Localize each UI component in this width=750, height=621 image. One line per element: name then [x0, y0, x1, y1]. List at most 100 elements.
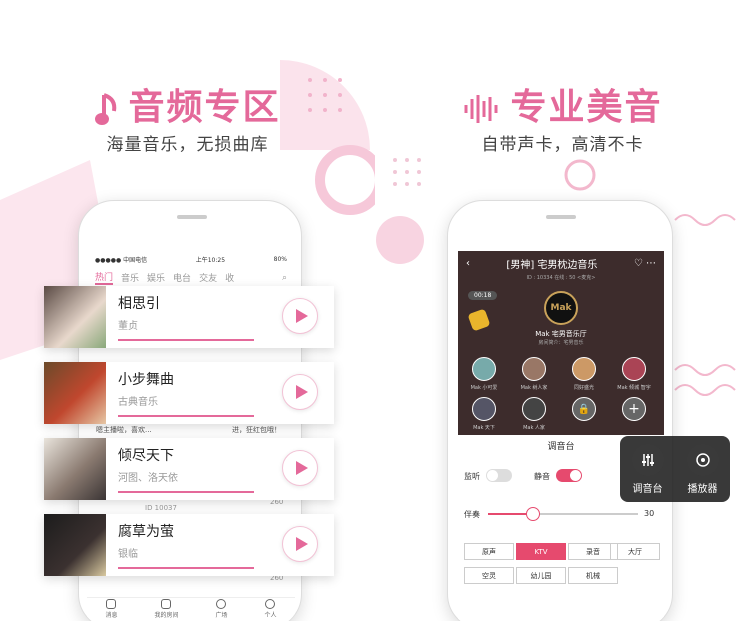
tab-entertainment[interactable]: 娱乐	[147, 271, 165, 284]
status-bar: ●●●●● 中国电信 上午10:25 80%	[87, 251, 295, 267]
tab-social[interactable]: 交友	[199, 271, 217, 284]
toggle-knob	[487, 470, 498, 481]
song-card[interactable]: 小步舞曲 古典音乐	[44, 362, 334, 424]
nav-messages[interactable]: 消息	[105, 599, 118, 619]
seat-avatar[interactable]	[622, 357, 646, 381]
effect-chip[interactable]: 大厅	[610, 543, 660, 560]
search-icon[interactable]: ⌕	[282, 273, 287, 283]
mute-label: 静音	[534, 472, 550, 481]
carrier: ●●●●● 中国电信	[95, 256, 148, 264]
person-icon	[265, 599, 276, 609]
song-title: 相思引	[118, 296, 160, 312]
progress-bar	[118, 415, 254, 417]
tab-radio[interactable]: 电台	[173, 271, 191, 284]
audio-zone-headline: 音频专区	[0, 78, 375, 130]
volume-value: 30	[644, 509, 655, 518]
effect-chip[interactable]: 原声	[464, 543, 514, 560]
song-title: 倾尽天下	[118, 448, 174, 464]
smile-icon	[216, 599, 227, 609]
disc-icon	[686, 443, 719, 476]
play-button[interactable]	[282, 450, 318, 486]
host-subtitle: 房间简介：宅男音乐	[538, 340, 584, 346]
music-note-icon	[95, 93, 117, 125]
voice-room: ‹ [男神] 宅男枕边音乐 ♡ ⋯ ID : 10334 在线 : 50 <麦克…	[458, 251, 664, 435]
effect-chip[interactable]: 空灵	[464, 567, 514, 584]
seat-avatar[interactable]	[572, 357, 596, 381]
nav-plaza[interactable]: 广场	[215, 599, 228, 619]
play-button[interactable]	[282, 374, 318, 410]
home-icon	[161, 599, 172, 609]
nav-profile[interactable]: 个人	[264, 599, 277, 619]
progress-bar	[118, 339, 254, 341]
room-title: [男神] 宅男枕边音乐	[506, 259, 598, 271]
control-popup: 调音台 播放器	[620, 436, 730, 502]
effect-chip[interactable]: 机械	[568, 567, 618, 584]
mute-toggle[interactable]	[556, 469, 582, 482]
seat-name: 同好盛光	[573, 385, 594, 391]
host-avatar[interactable]: Mak	[544, 291, 578, 325]
progress-bar	[118, 567, 254, 569]
back-icon[interactable]: ‹	[466, 258, 470, 269]
player-button[interactable]: 播放器	[686, 443, 719, 495]
battery: 80%	[273, 255, 287, 263]
nav-my-room[interactable]: 我的房间	[154, 599, 179, 619]
play-button[interactable]	[282, 526, 318, 562]
song-artist: 河图、洛天依	[118, 473, 178, 484]
play-button[interactable]	[282, 298, 318, 334]
mixer-button-label: 调音台	[632, 483, 663, 495]
room-id: ID 10037	[145, 504, 177, 512]
song-card[interactable]: 倾尽天下 河图、洛天依	[44, 438, 334, 500]
tab-more[interactable]: 收	[225, 271, 234, 284]
song-title: 腐草为萤	[118, 524, 174, 540]
effect-chip[interactable]: 幼儿园	[516, 567, 566, 584]
monitor-toggle[interactable]	[486, 469, 512, 482]
sliders-icon	[631, 443, 664, 476]
heart-icon[interactable]: ♡ ⋯	[634, 258, 656, 269]
album-cover	[44, 514, 106, 576]
headline-text: 音频专区	[128, 87, 281, 128]
song-title: 小步舞曲	[118, 372, 174, 388]
timer-badge: 00:18	[468, 291, 498, 300]
seat-name: Mak 人家	[523, 425, 545, 431]
pro-sound-panel: 专业美音 自带声卡，高清不卡 ‹ [男神] 宅男枕边音乐 ♡ ⋯ ID : 10…	[375, 0, 750, 621]
tab-music[interactable]: 音乐	[121, 271, 139, 284]
pro-sound-subtitle: 自带声卡，高清不卡	[481, 135, 644, 155]
seat-avatar[interactable]	[522, 357, 546, 381]
speaker-slot	[177, 215, 207, 219]
room-snippet-2: 进，狂红包哦！	[232, 426, 281, 434]
album-cover	[44, 286, 106, 348]
effect-chip-selected[interactable]: KTV	[516, 543, 566, 560]
seat-name: Mak 小可爱	[470, 385, 498, 391]
seat-name: Mak 天下	[473, 425, 495, 431]
player-button-label: 播放器	[687, 483, 718, 495]
sound-wave-icon	[464, 95, 498, 123]
clock: 上午10:25	[195, 256, 226, 264]
seat-name: Mak 树人家	[520, 385, 548, 391]
seat-avatar[interactable]	[472, 397, 496, 421]
volume-slider[interactable]	[488, 507, 638, 521]
speaker-slot	[546, 215, 576, 219]
play-icon	[296, 385, 308, 399]
volume-label: 伴奏	[464, 510, 480, 519]
monitor-label: 监听	[464, 472, 480, 481]
song-card[interactable]: 相思引 董贞	[44, 286, 334, 348]
progress-bar	[118, 491, 254, 493]
seat-avatar[interactable]	[522, 397, 546, 421]
room-snippet-1: 嗯主播啦，喜欢...	[96, 426, 152, 434]
play-icon	[296, 309, 308, 323]
seat-avatar[interactable]	[472, 357, 496, 381]
song-artist: 古典音乐	[118, 397, 158, 408]
volume-knob[interactable]	[526, 507, 540, 521]
host-name: Mak 宅男音乐厅	[535, 330, 587, 338]
song-artist: 银临	[118, 549, 138, 560]
mixer-button[interactable]: 调音台	[631, 443, 664, 495]
bottom-nav: 消息 我的房间 广场 个人	[87, 597, 295, 621]
song-card[interactable]: 腐草为萤 银临	[44, 514, 334, 576]
album-cover	[44, 362, 106, 424]
lock-icon[interactable]: 🔒	[572, 397, 596, 421]
audio-zone-panel: 音频专区 海量音乐，无损曲库 ●●●●● 中国电信 上午10:25 80% 热门…	[0, 0, 375, 621]
tab-hot[interactable]: 热门	[95, 270, 114, 285]
room-header: ‹ [男神] 宅男枕边音乐 ♡ ⋯	[458, 251, 664, 275]
album-cover	[44, 438, 106, 500]
add-seat-icon[interactable]: +	[622, 397, 646, 421]
